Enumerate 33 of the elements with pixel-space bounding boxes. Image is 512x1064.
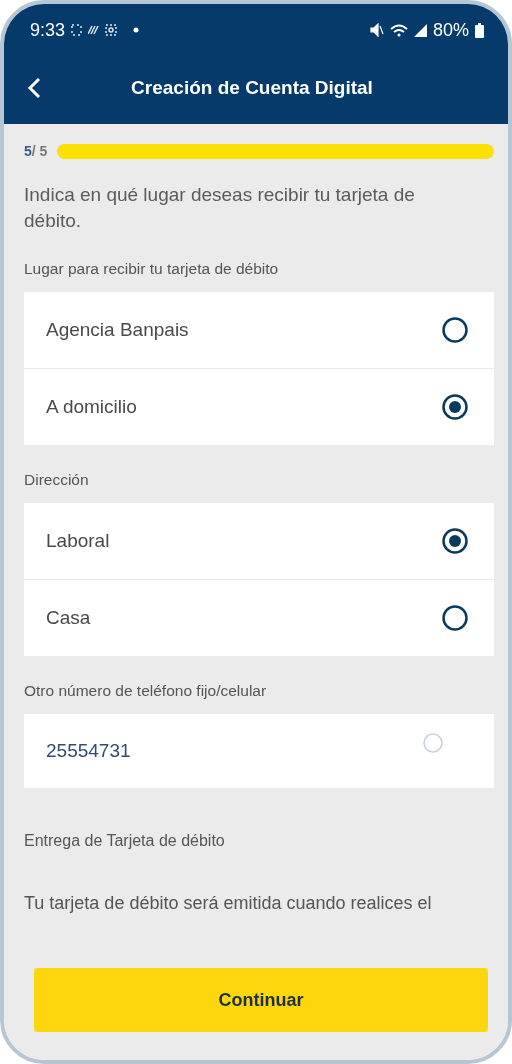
option-label: Agencia Banpais (46, 319, 190, 341)
slash-icon (88, 25, 100, 35)
continue-button[interactable]: Continuar (34, 968, 488, 1032)
touch-indicator-icon (423, 733, 443, 753)
mute-icon (369, 23, 384, 37)
delivery-text: Tu tarjeta de débito será emitida cuando realices el (24, 892, 433, 915)
dot-icon (133, 27, 140, 33)
option-label: Casa (46, 607, 92, 629)
radio-button[interactable] (442, 317, 468, 343)
option-row[interactable]: Agencia Banpais (24, 292, 494, 368)
radio-button[interactable] (442, 394, 468, 420)
screenshot-icon (71, 24, 83, 36)
battery-icon (475, 22, 484, 38)
option-row[interactable]: A domicilio (24, 369, 494, 445)
field-label: Otro número de teléfono fijo/celular (24, 682, 268, 700)
radio-button[interactable] (442, 605, 468, 631)
step-counter: 5/ 5 (24, 143, 48, 159)
signal-icon (413, 23, 427, 37)
focus-icon (105, 24, 118, 36)
status-time: 9:33 (30, 19, 66, 41)
section-label: Entrega de Tarjeta de débito (24, 832, 226, 850)
section-label: Dirección (24, 471, 90, 489)
section-label: Lugar para recibir tu tarjeta de débito (24, 260, 280, 278)
screen-title: Creación de Cuenta Digital (130, 77, 374, 99)
battery-percent: 80% (432, 19, 469, 41)
option-row[interactable]: Casa (24, 580, 494, 656)
phone-field[interactable]: 25554731 (24, 714, 494, 788)
option-label: A domicilio (46, 396, 138, 418)
option-row[interactable]: Laboral (24, 503, 494, 579)
option-label: Laboral (46, 530, 111, 552)
instruction-text: Indica en qué lugar deseas recibir tu tarjeta de débito. (24, 183, 416, 233)
radio-button[interactable] (442, 528, 468, 554)
wifi-icon (389, 23, 408, 37)
